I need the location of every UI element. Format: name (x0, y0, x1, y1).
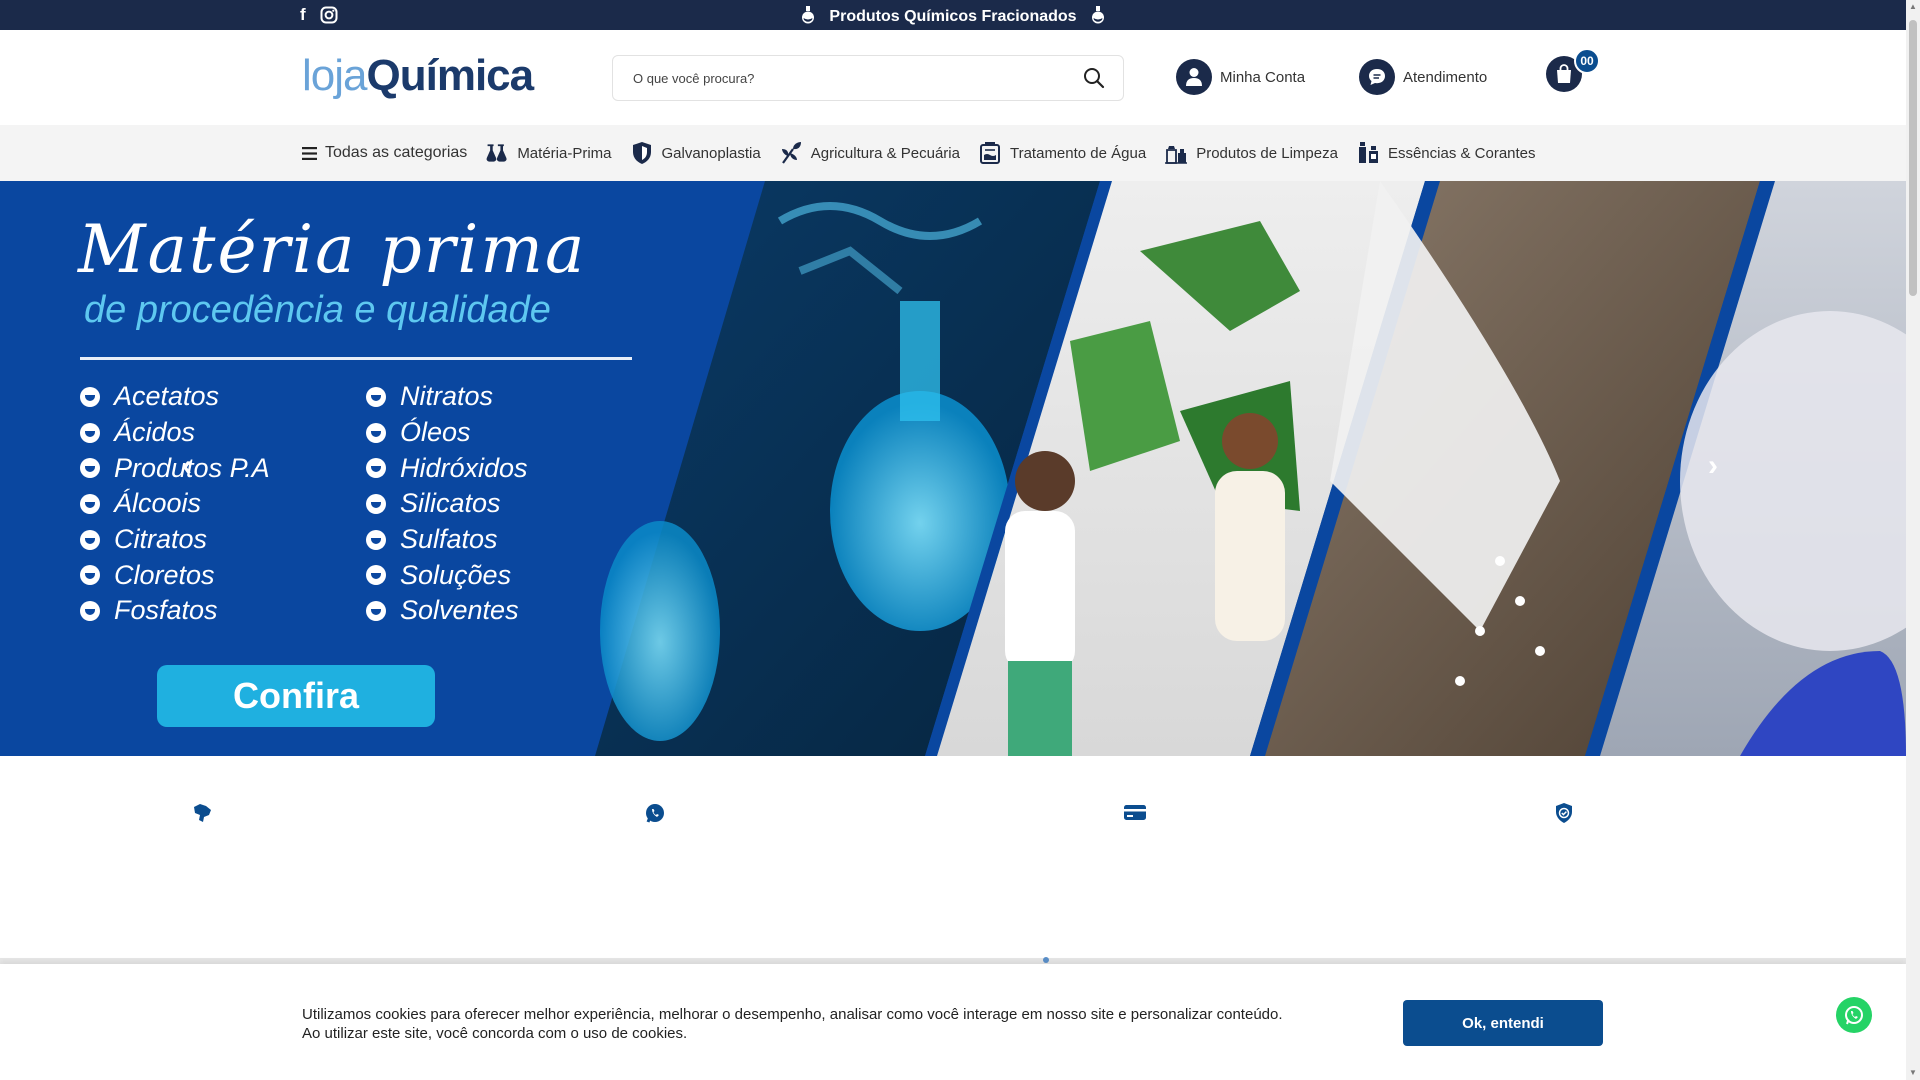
carousel-next-icon[interactable]: › (1708, 449, 1718, 483)
header: loja Química Minha Conta Atendimento 00 (0, 30, 1906, 125)
page: f Produtos Químicos Fracionados loja Quí… (0, 0, 1920, 1080)
flask-icon (801, 6, 814, 24)
list-item: Nitratos (366, 379, 528, 415)
plant-icon (781, 142, 801, 164)
list-item: Solventes (366, 593, 528, 629)
cookie-text: Utilizamos cookies para oferecer melhor … (302, 1006, 1283, 1042)
nav-all-categories[interactable]: Todas as categorias (302, 144, 467, 162)
hero-title: Matéria prima (78, 211, 587, 288)
nav-item-agricultura[interactable]: Agricultura & Pecuária (779, 141, 960, 165)
whatsapp-icon (646, 804, 664, 823)
bullet-icon (366, 529, 386, 550)
nav-item-label: Essências & Corantes (1387, 144, 1536, 162)
account-link[interactable]: Minha Conta (1176, 59, 1305, 95)
list-item: Cloretos (80, 557, 270, 593)
list-item: Fosfatos (80, 593, 270, 629)
bullet-icon (80, 600, 100, 621)
nav-item-label: Galvanoplastia (661, 144, 761, 162)
promo-text: Produtos Químicos Fracionados (829, 8, 1077, 25)
list-item: Citratos (80, 522, 270, 558)
page-scrollbar[interactable]: ▲ ▼ (1906, 0, 1920, 1080)
list-item: Soluções (366, 557, 528, 593)
cart-button[interactable]: 00 (1546, 48, 1600, 92)
logo-part2: Química (366, 51, 535, 100)
list-item: Ácidos (80, 415, 270, 451)
hero-cta-button[interactable]: Confira (157, 665, 435, 727)
nav-item-essencias[interactable]: Essências & Corantes (1356, 141, 1536, 165)
hero-divider (80, 357, 632, 360)
flasks-icon (486, 144, 507, 162)
features-strip (0, 756, 1906, 956)
hero-banner[interactable]: Matéria prima de procedência e qualidade… (0, 181, 1906, 756)
search-icon[interactable] (1083, 67, 1105, 89)
cookie-accept-button[interactable]: Ok, entendi (1403, 1000, 1603, 1046)
shield-icon (632, 142, 651, 164)
whatsapp-float-button[interactable] (1836, 997, 1872, 1033)
scroll-thumb[interactable] (1909, 20, 1917, 296)
bullet-icon (366, 565, 386, 586)
search-box (612, 55, 1124, 101)
list-item: Hidróxidos (366, 450, 528, 486)
support-link[interactable]: Atendimento (1359, 59, 1487, 95)
nav-item-limpeza[interactable]: Produtos de Limpeza (1164, 141, 1338, 165)
hero-list-col2: Nitratos Óleos Hidróxidos Silicatos Sulf… (366, 379, 528, 629)
nav-item-materia-prima[interactable]: Matéria-Prima (485, 141, 612, 165)
nav-all-categories-label: Todas as categorias (325, 144, 468, 161)
nav-item-label: Agricultura & Pecuária (810, 144, 960, 162)
whatsapp-icon (1845, 1006, 1863, 1025)
support-label: Atendimento (1403, 68, 1488, 86)
carousel-prev-icon[interactable]: ‹ (182, 449, 192, 483)
list-item: Acetatos (80, 379, 270, 415)
nav-item-label: Matéria-Prima (517, 144, 612, 162)
bullet-icon (80, 422, 100, 443)
water-tank-icon (979, 142, 1000, 164)
chat-icon (1359, 59, 1395, 95)
security-shield-icon (1556, 803, 1572, 823)
credit-card-icon (1124, 805, 1146, 820)
bullet-icon (80, 458, 100, 479)
list-item: Álcoois (80, 486, 270, 522)
search-input[interactable] (613, 56, 1053, 100)
bullet-icon (80, 386, 100, 407)
list-item: Produtos P.A (80, 450, 270, 486)
logo-part1: loja (302, 51, 367, 100)
bullet-icon (80, 529, 100, 550)
scroll-down-icon[interactable]: ▼ (1909, 1068, 1917, 1077)
cart-count-badge: 00 (1574, 48, 1600, 74)
hero-list-col1: Acetatos Ácidos Produtos P.A Álcoois Cit… (80, 379, 270, 629)
hamburger-icon (302, 146, 317, 160)
bullet-icon (366, 422, 386, 443)
scroll-up-icon[interactable]: ▲ (1909, 2, 1917, 11)
list-item: Sulfatos (366, 522, 528, 558)
logo[interactable]: loja Química (302, 50, 535, 102)
pagination-dot[interactable] (1043, 957, 1049, 963)
promo-banner: Produtos Químicos Fracionados (0, 6, 1906, 26)
bullet-icon (80, 493, 100, 514)
category-nav: Todas as categorias Matéria-Prima Galvan… (0, 125, 1906, 181)
nav-item-galvanoplastia[interactable]: Galvanoplastia (630, 141, 761, 165)
top-bar: f Produtos Químicos Fracionados (0, 0, 1906, 30)
nav-item-label: Produtos de Limpeza (1196, 144, 1338, 162)
bullet-icon (366, 458, 386, 479)
bullet-icon (366, 600, 386, 621)
hero-subtitle: de procedência e qualidade (84, 289, 551, 331)
bottles-icon (1358, 142, 1378, 163)
brazil-map-icon (194, 804, 211, 822)
user-icon (1176, 59, 1212, 95)
list-item: Silicatos (366, 486, 528, 522)
cookie-banner: Utilizamos cookies para oferecer melhor … (0, 964, 1906, 1080)
bullet-icon (80, 565, 100, 586)
bullet-icon (366, 386, 386, 407)
bullet-icon (366, 493, 386, 514)
list-item: Óleos (366, 415, 528, 451)
nav-item-tratamento-agua[interactable]: Tratamento de Água (978, 141, 1146, 165)
flask-icon (1092, 6, 1105, 24)
cleaning-icon (1165, 146, 1188, 164)
nav-item-label: Tratamento de Água (1009, 144, 1147, 162)
account-label: Minha Conta (1220, 68, 1306, 86)
